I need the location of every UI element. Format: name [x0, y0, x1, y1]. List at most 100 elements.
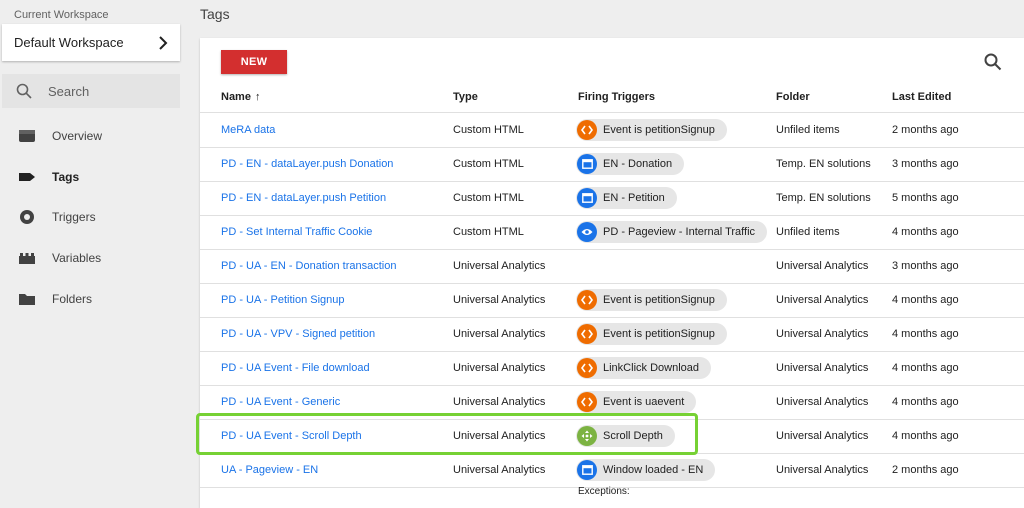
trigger-chip[interactable]: Event is petitionSignup — [576, 323, 727, 345]
folder-icon — [19, 294, 35, 305]
tag-last-edited: 4 months ago — [892, 430, 959, 442]
tag-name-link[interactable]: UA - Pageview - EN — [221, 453, 318, 487]
search-icon[interactable] — [983, 52, 1003, 72]
tag-name-link[interactable]: PD - UA - Petition Signup — [221, 283, 345, 317]
tag-folder: Unfiled items — [776, 226, 840, 238]
tag-name-link[interactable]: PD - UA Event - Scroll Depth — [221, 419, 362, 453]
tag-last-edited: 4 months ago — [892, 362, 959, 374]
table-row[interactable]: PD - UA - VPV - Signed petition Universal… — [200, 317, 1024, 352]
trigger-chip-label: Event is petitionSignup — [603, 124, 715, 136]
trigger-chip[interactable]: Event is uaevent — [576, 391, 697, 413]
tag-name-link[interactable]: PD - Set Internal Traffic Cookie — [221, 215, 372, 249]
trigger-chip[interactable]: Scroll Depth — [576, 425, 675, 447]
sidebar-item-label: Variables — [52, 251, 102, 265]
table-row[interactable]: PD - UA - EN - Donation transaction Unive… — [200, 249, 1024, 284]
tag-type: Universal Analytics — [453, 464, 546, 476]
sidebar-item-tags[interactable]: Tags — [0, 162, 190, 192]
tag-name-link[interactable]: PD - UA - EN - Donation transaction — [221, 249, 396, 283]
trigger-chip-label: Event is petitionSignup — [603, 294, 715, 306]
window-loaded-icon — [577, 188, 597, 208]
table-row[interactable]: PD - Set Internal Traffic Cookie Custom H… — [200, 215, 1024, 250]
column-header-last-edited[interactable]: Last Edited — [892, 90, 951, 104]
workspace-name: Default Workspace — [14, 35, 124, 50]
table-row[interactable]: MeRA data Custom HTML Unfiled items 2 month… — [200, 113, 1024, 148]
trigger-chip-label: LinkClick Download — [603, 362, 699, 374]
table-row[interactable]: PD - UA Event - Scroll Depth Universal An… — [200, 419, 1024, 454]
variables-icon — [19, 253, 35, 264]
trigger-chip[interactable]: PD - Pageview - Internal Traffic — [576, 221, 768, 243]
column-header-name[interactable]: Name ↑ — [221, 90, 260, 104]
column-header-type[interactable]: Type — [453, 90, 478, 104]
scroll-depth-icon — [577, 426, 597, 446]
tag-type: Universal Analytics — [453, 396, 546, 408]
trigger-icon — [20, 210, 34, 224]
tag-name-link[interactable]: PD - EN - dataLayer.push Donation — [221, 147, 393, 181]
tag-icon — [19, 173, 35, 181]
column-header-label: Name — [221, 91, 251, 103]
tag-name-link[interactable]: MeRA data — [221, 113, 275, 147]
table-row[interactable]: PD - UA Event - Generic Universal Analyti… — [200, 385, 1024, 420]
chevron-right-icon — [159, 35, 168, 50]
table-row[interactable]: PD - UA - Petition Signup Universal Analy… — [200, 283, 1024, 318]
table-row[interactable]: PD - UA Event - File download Universal A… — [200, 351, 1024, 386]
tag-last-edited: 2 months ago — [892, 124, 959, 136]
table-row[interactable]: PD - EN - dataLayer.push Petition Custom … — [200, 181, 1024, 216]
tag-folder: Universal Analytics — [776, 430, 869, 442]
custom-event-icon — [577, 392, 597, 412]
trigger-chip[interactable]: LinkClick Download — [576, 357, 711, 379]
sidebar-item-folders[interactable]: Folders — [0, 284, 190, 314]
custom-event-icon — [577, 358, 597, 378]
workspace-selector[interactable]: Default Workspace — [2, 24, 180, 61]
tag-type: Universal Analytics — [453, 294, 546, 306]
page-title: Tags — [200, 6, 230, 22]
search-icon — [16, 83, 32, 99]
overview-icon — [19, 130, 35, 142]
tag-folder: Universal Analytics — [776, 294, 869, 306]
sort-arrow-up-icon: ↑ — [254, 91, 261, 103]
tag-last-edited: 3 months ago — [892, 260, 959, 272]
trigger-chip[interactable]: EN - Petition — [576, 187, 677, 209]
sidebar-search[interactable] — [2, 74, 180, 108]
trigger-chip-label: Event is petitionSignup — [603, 328, 715, 340]
trigger-chip[interactable]: Event is petitionSignup — [576, 119, 727, 141]
workspace-label: Current Workspace — [14, 9, 109, 21]
tag-type: Custom HTML — [453, 124, 524, 136]
sidebar: Current Workspace Default Workspace Over… — [0, 0, 190, 494]
new-tag-button[interactable]: NEW — [221, 50, 287, 74]
window-loaded-icon — [577, 154, 597, 174]
tag-last-edited: 4 months ago — [892, 328, 959, 340]
pageview-icon — [577, 222, 597, 242]
tag-folder: Universal Analytics — [776, 260, 869, 272]
sidebar-item-variables[interactable]: Variables — [0, 243, 190, 273]
sidebar-item-label: Overview — [52, 129, 103, 143]
table-row[interactable]: UA - Pageview - EN Universal Analytics Uni… — [200, 453, 1024, 488]
tag-last-edited: 4 months ago — [892, 396, 959, 408]
sidebar-item-triggers[interactable]: Triggers — [0, 202, 190, 232]
search-input[interactable] — [46, 82, 170, 100]
trigger-chip-label: PD - Pageview - Internal Traffic — [603, 226, 756, 238]
tag-last-edited: 5 months ago — [892, 192, 959, 204]
custom-event-icon — [577, 324, 597, 344]
trigger-chip-label: EN - Petition — [603, 192, 665, 204]
trigger-chip[interactable]: EN - Donation — [576, 153, 685, 175]
tag-type: Custom HTML — [453, 226, 524, 238]
window-loaded-icon — [577, 460, 597, 480]
table-row[interactable]: PD - EN - dataLayer.push Donation Custom … — [200, 147, 1024, 182]
tag-folder: Universal Analytics — [776, 464, 869, 476]
custom-event-icon — [577, 120, 597, 140]
tag-name-link[interactable]: PD - UA Event - Generic — [221, 385, 340, 419]
tag-last-edited: 4 months ago — [892, 294, 959, 306]
sidebar-item-overview[interactable]: Overview — [0, 121, 190, 151]
column-header-triggers[interactable]: Firing Triggers — [578, 90, 655, 104]
column-header-folder[interactable]: Folder — [776, 90, 810, 104]
tag-last-edited: 4 months ago — [892, 226, 959, 238]
tag-name-link[interactable]: PD - UA - VPV - Signed petition — [221, 317, 375, 351]
tag-name-link[interactable]: PD - UA Event - File download — [221, 351, 370, 385]
tag-name-link[interactable]: PD - EN - dataLayer.push Petition — [221, 181, 386, 215]
trigger-chip[interactable]: Window loaded - EN — [576, 459, 716, 481]
tag-type: Universal Analytics — [453, 260, 546, 272]
tag-type: Universal Analytics — [453, 362, 546, 374]
sidebar-item-label: Folders — [52, 292, 93, 306]
tag-folder: Universal Analytics — [776, 396, 869, 408]
trigger-chip[interactable]: Event is petitionSignup — [576, 289, 727, 311]
